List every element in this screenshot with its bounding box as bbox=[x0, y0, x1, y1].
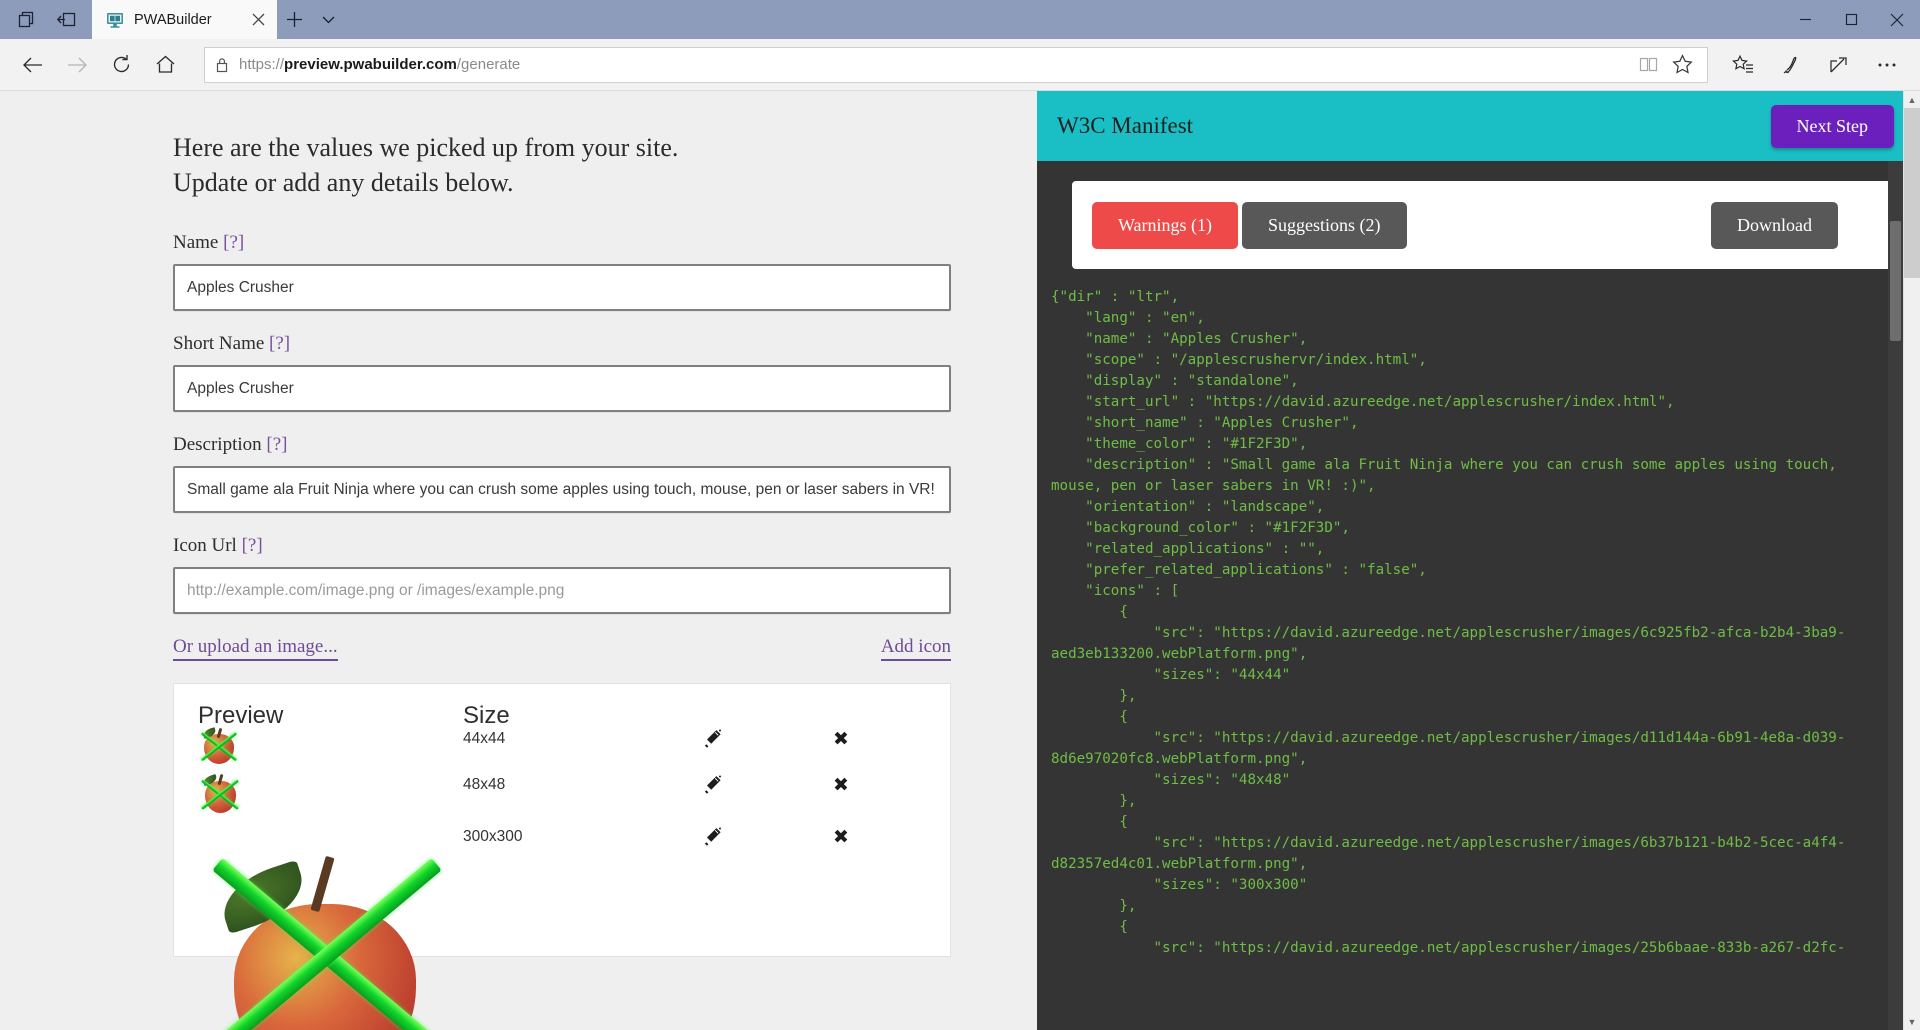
window-controls bbox=[1782, 0, 1920, 39]
add-icon-link[interactable]: Add icon bbox=[880, 636, 951, 662]
minimize-icon[interactable] bbox=[1782, 0, 1828, 39]
forward-arrow-icon[interactable] bbox=[56, 44, 98, 86]
label-text: Short Name bbox=[173, 333, 265, 355]
icon-preview-48 bbox=[198, 770, 463, 818]
label-text: Description bbox=[173, 434, 262, 456]
magic-wand-icon[interactable] bbox=[703, 724, 833, 748]
delete-x-icon[interactable]: ✖ bbox=[833, 770, 893, 796]
back-arrow-icon[interactable] bbox=[12, 44, 54, 86]
web-notes-icon[interactable] bbox=[1770, 44, 1812, 86]
field-label-icon-url: Icon Url [?] bbox=[173, 535, 951, 557]
address-bar[interactable]: https://preview.pwabuilder.com/generate bbox=[204, 46, 1708, 83]
manifest-title: W3C Manifest bbox=[1057, 113, 1194, 138]
page-scrollbar-track[interactable] bbox=[1903, 108, 1920, 1013]
field-description: Description [?] bbox=[173, 434, 951, 514]
tab-title: PWABuilder bbox=[134, 11, 212, 28]
share-icon[interactable] bbox=[1818, 44, 1860, 86]
generator-form-panel: Here are the values we picked up from yo… bbox=[0, 91, 1037, 1030]
upload-image-link[interactable]: Or upload an image... bbox=[173, 636, 338, 662]
page-scrollbar-thumb[interactable] bbox=[1903, 108, 1920, 278]
titlebar-left-buttons bbox=[0, 0, 92, 39]
icon-size-44: 44x44 bbox=[463, 730, 506, 748]
field-label-description: Description [?] bbox=[173, 434, 951, 456]
page-scrollbar[interactable]: ▲ ▼ bbox=[1903, 91, 1920, 1030]
manifest-inner-scrollbar[interactable] bbox=[1888, 161, 1903, 1030]
set-aside-tabs-icon[interactable] bbox=[46, 0, 86, 39]
icon-preview-300 bbox=[198, 822, 463, 1030]
label-text: Name bbox=[173, 232, 219, 254]
page-title: Here are the values we picked up from yo… bbox=[173, 131, 1037, 200]
maximize-icon[interactable] bbox=[1828, 0, 1874, 39]
refresh-icon[interactable] bbox=[100, 44, 142, 86]
manifest-inner-scrollbar-thumb[interactable] bbox=[1890, 221, 1901, 341]
table-row: 300x300 ✖ bbox=[198, 822, 926, 1030]
manifest-action-bar: Warnings (1) Suggestions (2) Download bbox=[1072, 181, 1898, 269]
description-input[interactable] bbox=[173, 466, 951, 514]
address-bar-actions bbox=[1639, 54, 1697, 75]
manifest-header: W3C Manifest Next Step bbox=[1037, 91, 1920, 161]
field-label-name: Name [?] bbox=[173, 232, 951, 254]
tab-preview-icon[interactable] bbox=[6, 0, 46, 39]
magic-wand-icon[interactable] bbox=[703, 770, 833, 794]
browser-toolbar: https://preview.pwabuilder.com/generate bbox=[0, 39, 1920, 91]
label-text: Icon Url bbox=[173, 535, 237, 557]
browser-window: PWABuilder https://preview.pwabuilder.co… bbox=[0, 0, 1920, 1030]
icon-size-48: 48x48 bbox=[463, 776, 506, 794]
page-content: Here are the values we picked up from yo… bbox=[0, 91, 1920, 1030]
browser-tab-pwabuilder[interactable]: PWABuilder bbox=[92, 0, 277, 39]
lock-icon bbox=[215, 57, 229, 73]
new-tab-button[interactable] bbox=[277, 0, 311, 39]
delete-x-icon[interactable]: ✖ bbox=[833, 724, 893, 750]
icons-table: Preview Size 44x44 ✖ 48x48 ✖ 300x300 ✖ bbox=[173, 683, 951, 1030]
icon-actions-row: Or upload an image... Add icon bbox=[173, 636, 951, 662]
star-icon[interactable] bbox=[1672, 54, 1693, 75]
help-link-short-name[interactable]: [?] bbox=[269, 333, 290, 354]
field-label-short-name: Short Name [?] bbox=[173, 333, 951, 355]
suggestions-button[interactable]: Suggestions (2) bbox=[1242, 201, 1407, 249]
help-link-name[interactable]: [?] bbox=[223, 232, 244, 253]
name-input[interactable] bbox=[173, 264, 951, 312]
delete-x-icon[interactable]: ✖ bbox=[833, 822, 893, 848]
chevron-down-icon[interactable] bbox=[311, 0, 345, 39]
table-row: 44x44 ✖ bbox=[198, 724, 926, 769]
headline-line-2: Update or add any details below. bbox=[173, 167, 514, 197]
manifest-json-code[interactable]: {"dir" : "ltr", "lang" : "en", "name" : … bbox=[1037, 287, 1920, 1030]
manifest-panel: W3C Manifest Next Step Warnings (1) Sugg… bbox=[1037, 91, 1920, 1030]
short-name-input[interactable] bbox=[173, 365, 951, 413]
help-link-description[interactable]: [?] bbox=[266, 434, 287, 455]
icon-preview-44 bbox=[198, 724, 463, 769]
download-button[interactable]: Download bbox=[1711, 201, 1838, 249]
more-ellipsis-icon[interactable] bbox=[1866, 44, 1908, 86]
scroll-down-arrow-icon[interactable]: ▼ bbox=[1904, 1013, 1920, 1030]
next-step-button[interactable]: Next Step bbox=[1770, 104, 1894, 148]
reading-view-icon[interactable] bbox=[1639, 55, 1658, 74]
help-link-icon-url[interactable]: [?] bbox=[242, 535, 263, 556]
address-bar-url: https://preview.pwabuilder.com/generate bbox=[239, 56, 521, 73]
table-row: 48x48 ✖ bbox=[198, 770, 926, 818]
pwabuilder-favicon bbox=[106, 11, 124, 29]
warnings-button[interactable]: Warnings (1) bbox=[1092, 201, 1239, 249]
field-short-name: Short Name [?] bbox=[173, 333, 951, 413]
close-icon[interactable] bbox=[247, 9, 269, 31]
toolbar-right-actions bbox=[1722, 44, 1908, 86]
home-icon[interactable] bbox=[144, 44, 186, 86]
close-icon[interactable] bbox=[1874, 0, 1920, 39]
field-name: Name [?] bbox=[173, 232, 951, 312]
icon-url-input[interactable] bbox=[173, 567, 951, 615]
magic-wand-icon[interactable] bbox=[703, 822, 833, 846]
icon-size-300: 300x300 bbox=[463, 822, 703, 847]
favorites-hub-icon[interactable] bbox=[1722, 44, 1764, 86]
scroll-up-arrow-icon[interactable]: ▲ bbox=[1904, 91, 1920, 108]
browser-titlebar: PWABuilder bbox=[0, 0, 1920, 39]
headline-line-1: Here are the values we picked up from yo… bbox=[173, 133, 679, 162]
field-icon-url: Icon Url [?] bbox=[173, 535, 951, 615]
